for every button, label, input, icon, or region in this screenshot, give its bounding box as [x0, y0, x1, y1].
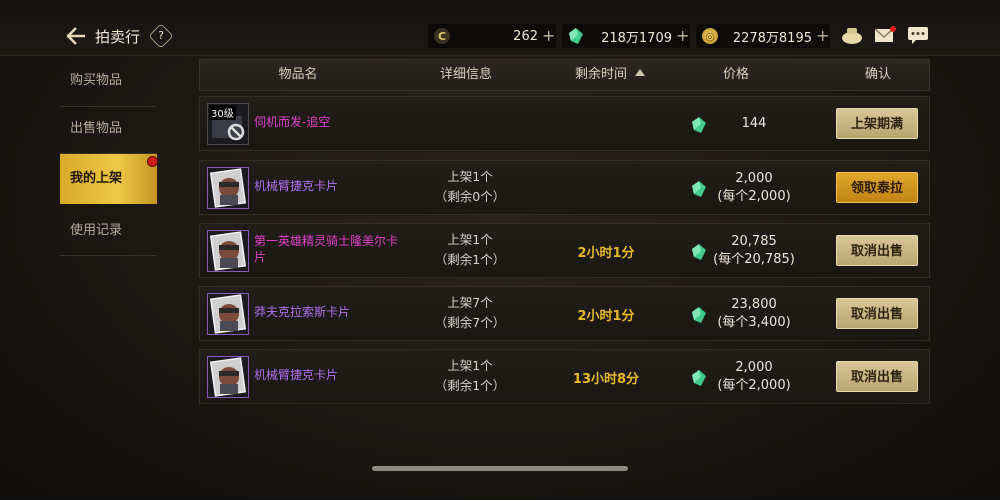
chat-icon[interactable] — [907, 26, 929, 44]
remaining-time: 2小时1分 — [577, 246, 635, 261]
divider — [60, 255, 157, 256]
back-arrow-icon[interactable] — [64, 24, 88, 48]
mail-icon[interactable] — [874, 26, 896, 44]
col-detail: 详细信息 — [439, 67, 492, 82]
green-gem-icon — [692, 117, 706, 133]
sidebar-item-label: 我的上架 — [70, 171, 123, 186]
character-card-icon — [209, 357, 247, 397]
green-gem-icon — [568, 28, 584, 44]
sidebar-item-my-listings[interactable]: 我的上架 — [60, 154, 158, 204]
currency-gem-panel: 218万1709 + — [562, 24, 690, 48]
money-bag-icon[interactable] — [841, 26, 863, 44]
currency-gold-value: 2278万8195 — [732, 30, 812, 46]
cancel-sale-button[interactable]: 取消出售 — [836, 361, 918, 392]
detail-remaining: （剩余1个） — [434, 378, 506, 393]
price-total: 2,000 — [735, 360, 773, 375]
remaining-time: 2小时1分 — [577, 309, 635, 324]
green-gem-icon — [692, 307, 706, 323]
table-row: 第一英雄精灵骑士隆美尔卡片 上架1个 （剩余1个） 2小时1分 20,785 (每个20,… — [199, 223, 930, 278]
detail-listed: 上架1个 — [447, 232, 493, 247]
detail-remaining: （剩余7个） — [434, 315, 506, 330]
sidebar-item-buy[interactable]: 购买物品 — [60, 56, 157, 106]
card-thumbnail[interactable] — [207, 230, 249, 272]
table-row: 机械臂捷克卡片 上架1个 （剩余0个） 2,000 (每个2,000) 领取泰拉 — [199, 160, 930, 215]
character-card-icon — [209, 294, 247, 334]
add-gem-button[interactable]: + — [676, 28, 690, 44]
top-bar: 拍卖行 ? C 262 + 218万1709 + ◎ 2278万8195 + — [0, 0, 1000, 56]
card-thumbnail[interactable] — [207, 167, 249, 209]
card-thumbnail[interactable] — [207, 293, 249, 335]
level-badge: 30级 — [209, 105, 236, 120]
collect-tera-button[interactable]: 领取泰拉 — [836, 172, 918, 203]
price-each: (每个2,000) — [717, 189, 791, 204]
home-indicator[interactable] — [372, 466, 628, 471]
card-thumbnail[interactable] — [207, 356, 249, 398]
item-name: 第一英雄精灵骑士隆美尔卡片 — [254, 234, 399, 264]
gold-coin-icon: ◎ — [702, 28, 718, 44]
col-confirm: 确认 — [864, 67, 891, 82]
cancel-sale-button[interactable]: 取消出售 — [836, 298, 918, 329]
currency-gold-panel: ◎ 2278万8195 + — [696, 24, 830, 48]
price-each: (每个3,400) — [717, 315, 791, 330]
detail-listed: 上架7个 — [447, 295, 493, 310]
col-remaining-time[interactable]: 剩余时间 — [550, 60, 670, 90]
price-each: (每个20,785) — [713, 252, 795, 267]
currency-c-panel: C 262 + — [428, 24, 556, 48]
item-name: 机械臂捷克卡片 — [254, 179, 339, 193]
col-remaining-time-label: 剩余时间 — [574, 67, 627, 82]
cancel-sale-button[interactable]: 取消出售 — [836, 235, 918, 266]
sidebar-item-sell[interactable]: 出售物品 — [60, 104, 157, 154]
detail-remaining: （剩余0个） — [434, 189, 506, 204]
sidebar: 购买物品 出售物品 我的上架 使用记录 — [60, 56, 158, 256]
table-header: 物品名 详细信息 剩余时间 价格 确认 — [199, 59, 930, 91]
price-total: 20,785 — [731, 234, 777, 249]
table-row: 莽夫克拉索斯卡片 上架7个 （剩余7个） 2小时1分 23,800 (每个3,400) 取消… — [199, 286, 930, 341]
currency-gem-value: 218万1709 — [601, 30, 672, 46]
price-total: 23,800 — [731, 297, 777, 312]
currency-c-value: 262 — [513, 28, 538, 44]
green-gem-icon — [692, 244, 706, 260]
add-currency-c-button[interactable]: + — [542, 28, 556, 44]
table-row: 机械臂捷克卡片 上架1个 （剩余1个） 13小时8分 2,000 (每个2,000) 取消出… — [199, 349, 930, 404]
add-gold-button[interactable]: + — [816, 28, 830, 44]
help-icon[interactable]: ? — [148, 23, 174, 49]
notification-dot-icon — [147, 156, 158, 167]
table-row: 30级伺机而发-追空 144 上架期满 — [199, 96, 930, 151]
col-item-name: 物品名 — [278, 67, 318, 82]
green-gem-icon — [692, 181, 706, 197]
character-card-icon — [209, 168, 247, 208]
detail-remaining: （剩余1个） — [434, 252, 506, 267]
price-each: (每个2,000) — [717, 378, 791, 393]
help-label: ? — [158, 29, 164, 42]
item-name: 机械臂捷克卡片 — [254, 368, 339, 382]
listing-expired-button[interactable]: 上架期满 — [836, 108, 918, 139]
character-card-icon — [209, 231, 247, 271]
col-price: 价格 — [722, 67, 749, 82]
item-thumbnail[interactable]: 30级 — [207, 103, 249, 145]
coin-c-icon: C — [434, 28, 450, 44]
sort-up-icon — [635, 69, 645, 76]
remaining-time: 13小时8分 — [572, 372, 640, 387]
item-name: 伺机而发-追空 — [254, 115, 331, 129]
price-total: 144 — [741, 116, 767, 131]
back-arrow-svg — [66, 27, 85, 45]
price-total: 2,000 — [735, 171, 773, 186]
detail-listed: 上架1个 — [447, 358, 493, 373]
item-name: 莽夫克拉索斯卡片 — [254, 305, 351, 319]
sidebar-item-history[interactable]: 使用记录 — [60, 206, 157, 256]
page-title: 拍卖行 — [95, 28, 141, 46]
green-gem-icon — [692, 370, 706, 386]
detail-listed: 上架1个 — [447, 169, 493, 184]
